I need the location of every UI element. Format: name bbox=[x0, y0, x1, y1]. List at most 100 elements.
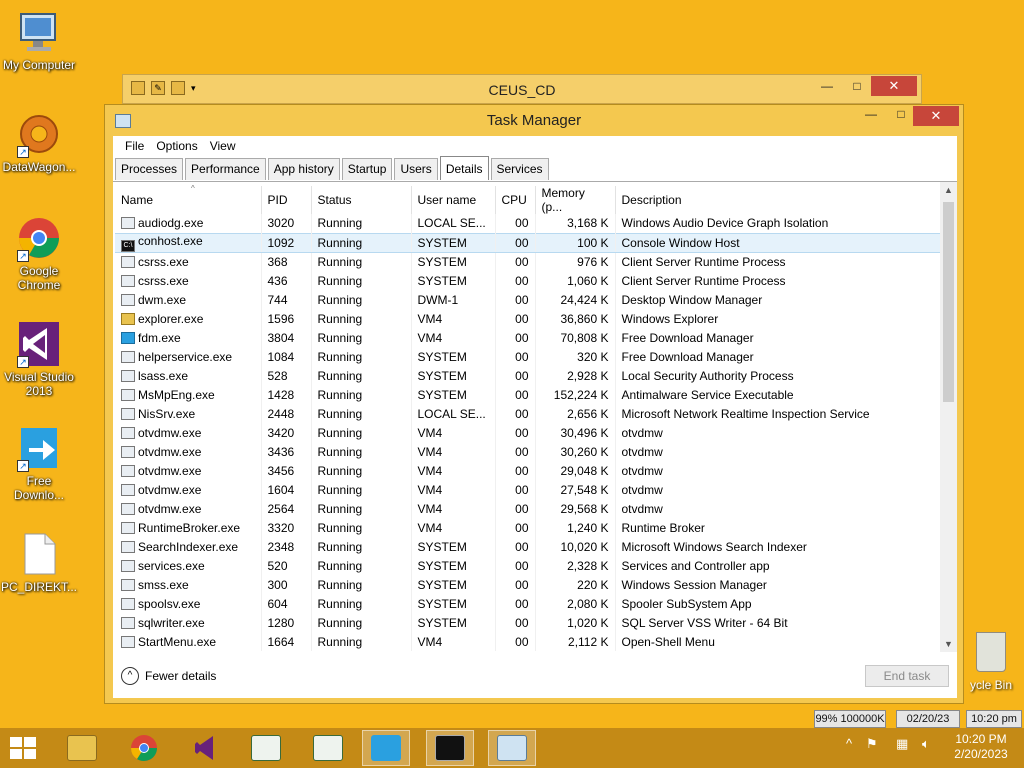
table-row[interactable]: MsMpEng.exe 1428 Running SYSTEM 00 152,224 KA… bbox=[115, 385, 944, 404]
column-header-pid[interactable]: PID bbox=[261, 186, 312, 214]
taskbar-task-manager[interactable] bbox=[488, 730, 536, 766]
cell-cpu: 00 bbox=[495, 537, 536, 556]
minimize-button[interactable]: — bbox=[813, 77, 841, 95]
desktop-icon-google-chrome[interactable]: ↗ Google Chrome bbox=[0, 214, 78, 292]
process-icon bbox=[121, 217, 135, 230]
table-row[interactable]: helperservice.exe 1084 Running SYSTEM 00 320 … bbox=[115, 347, 944, 366]
cell-user-name: SYSTEM bbox=[411, 271, 496, 290]
close-button[interactable]: ✕ bbox=[913, 106, 959, 126]
taskbar-chrome[interactable] bbox=[120, 730, 168, 766]
desktop-icon-my-computer[interactable]: My Computer bbox=[0, 8, 78, 72]
taskbar-clock[interactable]: 10:20 PM 2/20/2023 bbox=[946, 732, 1016, 762]
cell-pid: 3804 bbox=[261, 328, 312, 347]
taskbar-console[interactable] bbox=[426, 730, 474, 766]
cell-description: Console Window Host bbox=[615, 232, 944, 253]
menu-view[interactable]: View bbox=[204, 136, 242, 156]
cell-name: otvdmw.exe bbox=[115, 499, 262, 518]
desktop-icon-datawagon[interactable]: ↗ DataWagon... bbox=[0, 110, 78, 174]
column-header-user-name[interactable]: User name bbox=[411, 186, 496, 214]
table-row[interactable]: audiodg.exe 3020 Running LOCAL SE... 00 3,168… bbox=[115, 214, 944, 233]
scroll-up-icon[interactable]: ▲ bbox=[940, 182, 957, 199]
tab-app-history[interactable]: App history bbox=[267, 158, 340, 180]
table-row[interactable]: dwm.exe 744 Running DWM-1 00 24,424 K Desktop … bbox=[115, 290, 944, 309]
cell-name: SearchIndexer.exe bbox=[115, 537, 262, 556]
flag-icon[interactable]: ⚑ bbox=[866, 736, 878, 752]
desktop-icon-recycle-bin[interactable]: ycle Bin bbox=[958, 632, 1024, 692]
scroll-thumb[interactable] bbox=[943, 202, 954, 402]
scroll-down-icon[interactable]: ▼ bbox=[940, 636, 957, 652]
table-row[interactable]: lsass.exe 528 Running SYSTEM 00 2,928 K Local … bbox=[115, 366, 944, 385]
process-icon bbox=[121, 293, 135, 306]
table-row[interactable]: services.exe 520 Running SYSTEM 00 2,328 K Ser… bbox=[115, 556, 944, 575]
column-header-memory[interactable]: Memory (p... bbox=[535, 186, 616, 214]
cell-description: Windows Explorer bbox=[615, 309, 944, 328]
table-row[interactable]: RuntimeBroker.exe 3320 Running VM4 00 1,240 K… bbox=[115, 518, 944, 537]
process-table: ^ Name PID Status User name CPU Memory (p… bbox=[115, 184, 944, 651]
show-hidden-icons-icon[interactable]: ^ bbox=[846, 736, 852, 751]
maximize-button[interactable]: □ bbox=[843, 77, 871, 95]
process-icon bbox=[121, 274, 135, 287]
vertical-scrollbar[interactable]: ▲ ▼ bbox=[940, 182, 957, 652]
tab-services[interactable]: Services bbox=[490, 158, 549, 180]
table-row[interactable]: spoolsv.exe 604 Running SYSTEM 00 2,080 K Spoo… bbox=[115, 594, 944, 613]
end-task-button[interactable]: End task bbox=[865, 665, 949, 687]
cell-memory: 24,424 K bbox=[535, 290, 616, 309]
start-button[interactable] bbox=[10, 737, 36, 759]
table-row[interactable]: otvdmw.exe 3420 Running VM4 00 30,496 Kotvdmw bbox=[115, 423, 944, 442]
table-row[interactable]: smss.exe 300 Running SYSTEM 00 220 K Windows S… bbox=[115, 575, 944, 594]
taskbar-window-2[interactable] bbox=[304, 730, 352, 766]
column-header-name[interactable]: ^ Name bbox=[115, 184, 262, 214]
table-row[interactable]: sqlwriter.exe 1280 Running SYSTEM 00 1,020 KS… bbox=[115, 613, 944, 632]
menu-options[interactable]: Options bbox=[150, 136, 203, 156]
taskbar-window-1[interactable] bbox=[242, 730, 290, 766]
explorer-window[interactable]: ✎ ▾ CEUS_CD — □ ✕ bbox=[122, 74, 922, 104]
table-row[interactable]: otvdmw.exe 2564 Running VM4 00 29,568 Kotvdmw bbox=[115, 499, 944, 518]
cell-status: Running bbox=[311, 556, 412, 575]
cell-user-name: VM4 bbox=[411, 309, 496, 328]
table-row[interactable]: otvdmw.exe 1604 Running VM4 00 27,548 Kotvdmw bbox=[115, 480, 944, 499]
table-row[interactable]: otvdmw.exe 3436 Running VM4 00 30,260 Kotvdmw bbox=[115, 442, 944, 461]
cell-cpu: 00 bbox=[495, 518, 536, 537]
column-header-status[interactable]: Status bbox=[311, 186, 412, 214]
desktop-icon-visual-studio[interactable]: ↗ Visual Studio 2013 bbox=[0, 320, 78, 398]
table-row[interactable]: StartMenu.exe 1664 Running VM4 00 2,112 K Open… bbox=[115, 632, 944, 651]
cell-description: Antimalware Service Executable bbox=[615, 385, 944, 404]
cell-description: SQL Server VSS Writer - 64 Bit bbox=[615, 613, 944, 632]
column-header-description[interactable]: Description bbox=[615, 186, 944, 214]
table-row[interactable]: csrss.exe 436 Running SYSTEM 00 1,060 K Client… bbox=[115, 271, 944, 290]
tab-users[interactable]: Users bbox=[394, 158, 438, 180]
table-row[interactable]: NisSrv.exe 2448 Running LOCAL SE... 00 2,656 … bbox=[115, 404, 944, 423]
volume-icon[interactable]: 🔈︎ bbox=[922, 736, 930, 752]
cell-user-name: VM4 bbox=[411, 461, 496, 480]
desktop-icon-pc-direkt[interactable]: PC_DIREKT... bbox=[0, 530, 78, 594]
network-icon[interactable]: ▦ bbox=[896, 736, 908, 752]
menu-file[interactable]: File bbox=[119, 136, 150, 156]
tab-startup[interactable]: Startup bbox=[341, 158, 393, 180]
close-button[interactable]: ✕ bbox=[871, 76, 917, 96]
column-header-cpu[interactable]: CPU bbox=[495, 186, 536, 214]
table-row[interactable]: csrss.exe 368 Running SYSTEM 00 976 K Client S… bbox=[115, 252, 944, 271]
fewer-details-button[interactable]: ^ Fewer details bbox=[121, 667, 216, 685]
taskbar-file-explorer[interactable] bbox=[58, 730, 106, 766]
table-row[interactable]: C:\ conhost.exe 1092 Running SYSTEM 00 100 K Co… bbox=[115, 232, 944, 253]
table-row[interactable]: SearchIndexer.exe 2348 Running SYSTEM 00 10,0… bbox=[115, 537, 944, 556]
table-row[interactable]: explorer.exe 1596 Running VM4 00 36,860 K Wind… bbox=[115, 309, 944, 328]
cell-cpu: 00 bbox=[495, 328, 536, 347]
tab-performance[interactable]: Performance bbox=[185, 158, 266, 180]
tab-details[interactable]: Details bbox=[439, 156, 489, 180]
table-row[interactable]: fdm.exe 3804 Running VM4 00 70,808 K Free Down… bbox=[115, 328, 944, 347]
task-manager-window[interactable]: Task Manager — □ ✕ File Options View Pro… bbox=[104, 104, 964, 704]
cell-name: audiodg.exe bbox=[115, 214, 262, 233]
cell-name: MsMpEng.exe bbox=[115, 385, 262, 404]
table-row[interactable]: otvdmw.exe 3456 Running VM4 00 29,048 Kotvdmw bbox=[115, 461, 944, 480]
minimize-button[interactable]: — bbox=[857, 105, 885, 123]
process-icon bbox=[121, 502, 135, 515]
cell-description: Services and Controller app bbox=[615, 556, 944, 575]
taskbar-fdm[interactable] bbox=[362, 730, 410, 766]
taskbar-visual-studio[interactable] bbox=[182, 730, 230, 766]
tab-processes[interactable]: Processes bbox=[115, 158, 184, 180]
maximize-button[interactable]: □ bbox=[887, 105, 915, 123]
cell-user-name: VM4 bbox=[411, 499, 496, 518]
desktop-icon-free-download[interactable]: ↗ Free Downlo... bbox=[0, 424, 78, 502]
cell-name: spoolsv.exe bbox=[115, 594, 262, 613]
